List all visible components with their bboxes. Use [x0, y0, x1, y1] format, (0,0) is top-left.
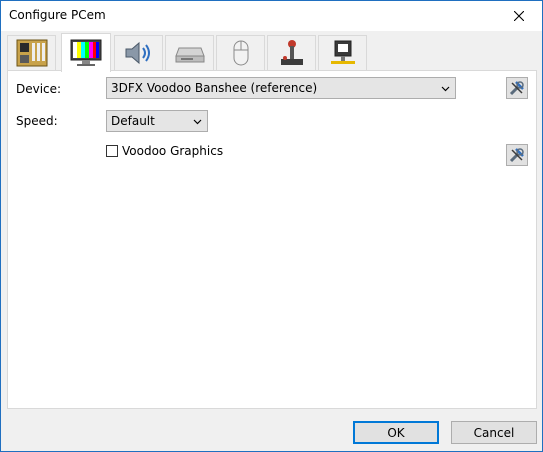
- mouse-icon: [233, 40, 248, 66]
- device-label: Device:: [16, 82, 62, 96]
- tab-network[interactable]: [318, 35, 367, 70]
- tab-joystick[interactable]: [267, 35, 316, 70]
- title-bar: Configure PCem: [1, 1, 542, 31]
- ok-button-label: OK: [387, 425, 405, 440]
- display-settings-panel: Device: 3DFX Voodoo Banshee (reference) …: [7, 70, 537, 409]
- tab-mouse[interactable]: [216, 35, 265, 70]
- speed-label: Speed:: [16, 114, 58, 128]
- close-button[interactable]: [496, 1, 542, 31]
- device-configure-button[interactable]: [506, 77, 528, 99]
- chevron-down-icon: [193, 119, 202, 125]
- tab-storage[interactable]: [165, 35, 214, 70]
- cancel-button-label: Cancel: [473, 425, 515, 440]
- cancel-button[interactable]: Cancel: [451, 421, 537, 444]
- voodoo-graphics-checkbox[interactable]: [106, 145, 118, 157]
- tab-motherboard[interactable]: [7, 35, 56, 70]
- speaker-icon: [125, 41, 150, 65]
- configure-dialog: Configure PCem Device: 3DFX Voodoo Bansh…: [0, 0, 543, 452]
- monitor-icon: [70, 39, 102, 66]
- network-icon: [330, 40, 355, 64]
- configure-tools-icon: [509, 148, 524, 163]
- close-icon: [514, 11, 524, 21]
- speed-select-value: Default: [111, 114, 155, 128]
- device-select[interactable]: 3DFX Voodoo Banshee (reference): [106, 77, 456, 99]
- device-select-value: 3DFX Voodoo Banshee (reference): [111, 81, 318, 95]
- joystick-icon: [280, 40, 303, 65]
- voodoo-graphics-label: Voodoo Graphics: [122, 144, 224, 158]
- tab-strip: [7, 33, 537, 72]
- ok-button[interactable]: OK: [353, 421, 439, 444]
- voodoo-configure-button[interactable]: [506, 144, 528, 166]
- motherboard-icon: [16, 39, 47, 67]
- tab-display[interactable]: [61, 33, 111, 72]
- tab-sound[interactable]: [114, 35, 163, 70]
- configure-tools-icon: [509, 81, 524, 96]
- window-title: Configure PCem: [9, 8, 106, 22]
- speed-select[interactable]: Default: [106, 110, 208, 132]
- chevron-down-icon: [441, 86, 450, 92]
- drive-icon: [174, 47, 205, 63]
